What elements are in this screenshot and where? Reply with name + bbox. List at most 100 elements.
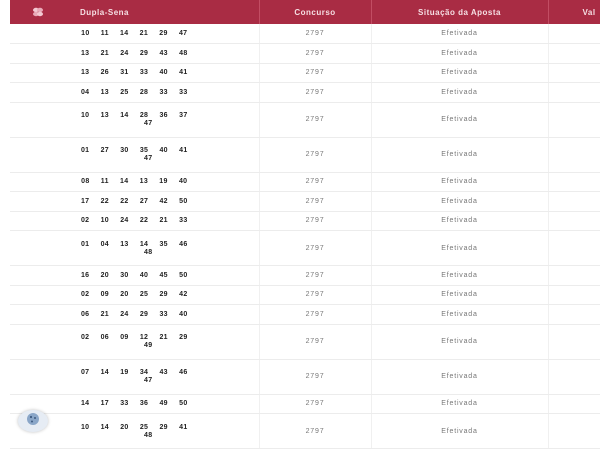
bet-extra-number: 48 [144, 248, 153, 256]
status-cell: Efetivada [371, 230, 549, 266]
table-body: 10 11 14 21 29 47 2797 Efetivada 13 21 24 2… [10, 24, 600, 449]
bet-numbers: 02 10 24 22 21 33 [80, 217, 188, 225]
table-row[interactable]: 02 06 09 12 21 29 49 2797 Efetivada [10, 324, 600, 360]
bet-numbers: 01 27 30 35 40 41 [80, 147, 188, 154]
bet-numbers: 06 21 24 29 33 40 [80, 310, 188, 318]
bets-table: Dupla-Sena Concurso Situação da Aposta V… [10, 0, 600, 449]
bet-numbers: 14 17 33 36 49 50 [80, 400, 188, 408]
bet-numbers: 10 13 14 28 36 37 [80, 112, 188, 119]
header-game: Dupla-Sena [10, 0, 260, 24]
concurso-cell: 2797 [259, 137, 372, 173]
bet-numbers: 17 22 22 27 42 50 [80, 197, 188, 205]
bet-numbers: 04 13 25 28 33 33 [80, 88, 188, 96]
table-row[interactable]: 13 21 24 29 43 48 2797 Efetivada [10, 43, 600, 64]
value-cell [548, 211, 600, 231]
value-cell [548, 43, 600, 64]
bet-extra-number: 48 [144, 431, 153, 439]
value-cell [548, 24, 600, 44]
value-cell [548, 82, 600, 103]
table-row[interactable]: 08 11 14 13 19 40 2797 Efetivada [10, 172, 600, 192]
value-cell [548, 394, 600, 414]
bet-extra-number: 47 [144, 155, 153, 162]
header-status: Situação da Aposta [371, 0, 549, 24]
bet-numbers-cell: 07 14 19 34 43 46 47 [10, 359, 260, 395]
bet-numbers-cell: 17 22 22 27 42 50 [10, 191, 260, 212]
table-row[interactable]: 10 11 14 21 29 47 2797 Efetivada [10, 24, 600, 44]
concurso-cell: 2797 [259, 413, 372, 449]
bet-numbers-cell: 14 17 33 36 49 50 [10, 394, 260, 414]
value-cell [548, 359, 600, 395]
header-value: Val [548, 0, 600, 24]
table-row[interactable]: 02 09 20 25 29 42 2797 Efetivada [10, 285, 600, 305]
table-row[interactable]: 07 14 19 34 43 46 47 2797 Efetivada [10, 359, 600, 395]
concurso-cell: 2797 [259, 102, 372, 138]
bet-numbers-cell: 01 27 30 35 40 41 47 [10, 137, 260, 173]
bet-numbers: 13 26 31 33 40 41 [80, 69, 188, 77]
bet-numbers: 07 14 19 34 43 46 [80, 369, 188, 376]
status-cell: Efetivada [371, 413, 549, 449]
table-row[interactable]: 02 10 24 22 21 33 2797 Efetivada [10, 211, 600, 231]
value-cell [548, 102, 600, 138]
table-row[interactable]: 13 26 31 33 40 41 2797 Efetivada [10, 63, 600, 83]
table-row[interactable]: 01 27 30 35 40 41 47 2797 Efetivada [10, 137, 600, 173]
table-row[interactable]: 17 22 22 27 42 50 2797 Efetivada [10, 191, 600, 212]
table-row[interactable]: 14 17 33 36 49 50 2797 Efetivada [10, 394, 600, 414]
bet-numbers-cell: 04 13 25 28 33 33 [10, 82, 260, 103]
bet-numbers: 02 09 20 25 29 42 [80, 291, 188, 299]
status-cell: Efetivada [371, 359, 549, 395]
bet-numbers-cell: 13 26 31 33 40 41 [10, 63, 260, 83]
value-cell [548, 304, 600, 325]
value-cell [548, 137, 600, 173]
cookie-settings-button[interactable] [18, 410, 48, 432]
concurso-cell: 2797 [259, 63, 372, 83]
bet-numbers: 16 20 30 40 45 50 [80, 271, 188, 279]
header-game-label: Dupla-Sena [80, 7, 130, 17]
bet-numbers: 02 06 09 12 21 29 [80, 334, 188, 341]
concurso-cell: 2797 [259, 324, 372, 360]
value-cell [548, 172, 600, 192]
bet-numbers-cell: 13 21 24 29 43 48 [10, 43, 260, 64]
bet-numbers-cell: 08 11 14 13 19 40 [10, 172, 260, 192]
bet-numbers: 10 11 14 21 29 47 [81, 30, 188, 37]
bet-numbers: 13 21 24 29 43 48 [80, 49, 188, 57]
concurso-cell: 2797 [259, 24, 372, 44]
status-cell: Efetivada [371, 285, 549, 305]
clover-logo-icon [30, 6, 46, 18]
bet-numbers-cell: 01 04 13 14 35 46 48 [10, 230, 260, 266]
concurso-cell: 2797 [259, 172, 372, 192]
concurso-cell: 2797 [259, 211, 372, 231]
value-cell [548, 285, 600, 305]
concurso-cell: 2797 [259, 304, 372, 325]
bet-numbers-cell: 16 20 30 40 45 50 [10, 265, 260, 286]
status-cell: Efetivada [371, 394, 549, 414]
bet-numbers: 10 14 20 25 29 41 [80, 423, 188, 431]
status-cell: Efetivada [371, 137, 549, 173]
bet-extra-number: 49 [144, 342, 153, 349]
table-row[interactable]: 04 13 25 28 33 33 2797 Efetivada [10, 82, 600, 103]
table-header: Dupla-Sena Concurso Situação da Aposta V… [10, 0, 600, 24]
status-cell: Efetivada [371, 211, 549, 231]
value-cell [548, 265, 600, 286]
bet-numbers-cell: 10 11 14 21 29 47 [10, 24, 260, 44]
status-cell: Efetivada [371, 304, 549, 325]
bet-numbers-cell: 02 06 09 12 21 29 49 [10, 324, 260, 360]
table-row[interactable]: 16 20 30 40 45 50 2797 Efetivada [10, 265, 600, 286]
concurso-cell: 2797 [259, 394, 372, 414]
value-cell [548, 191, 600, 212]
table-row[interactable]: 10 14 20 25 29 41 48 2797 Efetivada [10, 413, 600, 449]
status-cell: Efetivada [371, 324, 549, 360]
concurso-cell: 2797 [259, 265, 372, 286]
value-cell [548, 324, 600, 360]
bet-numbers-cell: 10 13 14 28 36 37 47 [10, 102, 260, 138]
value-cell [548, 230, 600, 266]
bet-extra-number: 47 [144, 120, 153, 127]
status-cell: Efetivada [371, 43, 549, 64]
table-row[interactable]: 06 21 24 29 33 40 2797 Efetivada [10, 304, 600, 325]
concurso-cell: 2797 [259, 43, 372, 64]
concurso-cell: 2797 [259, 285, 372, 305]
table-row[interactable]: 10 13 14 28 36 37 47 2797 Efetivada [10, 102, 600, 138]
status-cell: Efetivada [371, 172, 549, 192]
status-cell: Efetivada [371, 82, 549, 103]
table-row[interactable]: 01 04 13 14 35 46 48 2797 Efetivada [10, 230, 600, 266]
status-cell: Efetivada [371, 191, 549, 212]
